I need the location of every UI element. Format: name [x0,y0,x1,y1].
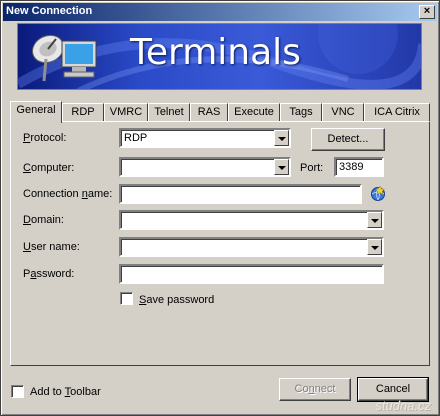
save-password-checkbox[interactable] [120,292,133,305]
protocol-value: RDP [124,132,148,144]
detect-button-label: Detect... [327,133,369,145]
tab-telnet[interactable]: Telnet [148,103,190,122]
password-input[interactable] [119,264,384,284]
tab-label: ICA Citrix [374,106,420,118]
tab-general[interactable]: General [10,101,62,123]
protocol-label: Protocol: [23,132,67,144]
close-button[interactable]: × [419,5,435,19]
connect-button[interactable]: Connect [279,378,351,401]
tab-vnc[interactable]: VNC [322,103,364,122]
protocol-select[interactable]: RDP [119,128,291,148]
chevron-down-icon[interactable] [367,212,382,228]
new-connection-dialog: New Connection × Terminals General RDP V… [0,0,440,416]
connection-name-input[interactable] [119,184,362,204]
tab-vmrc[interactable]: VMRC [104,103,148,122]
connection-name-label: Connection name: [23,188,113,200]
user-name-label: User name: [23,241,80,253]
satellite-computer-icon [31,34,97,82]
user-name-combobox[interactable] [119,237,384,257]
domain-label: Domain: [23,214,64,226]
tab-label: VNC [331,106,355,118]
tab-ica-citrix[interactable]: ICA Citrix [364,103,430,122]
detect-button[interactable]: Detect... [311,128,385,151]
tab-label: VMRC [109,106,143,118]
terminals-banner: Terminals [17,23,422,90]
favorite-network-icon[interactable] [369,184,387,202]
port-label: Port: [300,162,324,174]
tab-ras[interactable]: RAS [190,103,228,122]
tab-strip: General RDP VMRC Telnet RAS Execute Tags… [10,101,430,123]
cancel-button-label: Cancel [375,383,411,395]
computer-combobox[interactable] [119,157,291,177]
chevron-down-icon[interactable] [274,159,289,175]
chevron-down-icon[interactable] [274,130,289,146]
add-to-toolbar-checkbox[interactable] [11,385,24,398]
port-input[interactable]: 3389 [334,157,384,177]
add-to-toolbar-label[interactable]: Add to Toolbar [30,386,101,398]
tab-label: Execute [234,106,274,118]
tab-label: RDP [71,106,95,118]
password-label: Password: [23,268,75,280]
domain-combobox[interactable] [119,210,384,230]
chevron-down-icon[interactable] [367,239,382,255]
port-value: 3389 [339,161,364,173]
tab-rdp[interactable]: RDP [62,103,104,122]
tab-execute[interactable]: Execute [228,103,280,122]
tab-label: RAS [197,106,221,118]
close-icon: × [423,5,431,17]
computer-label: Computer: [23,162,75,174]
title-bar[interactable]: New Connection × [3,3,437,21]
tab-label: Telnet [154,106,184,118]
save-password-label[interactable]: Save password [139,294,214,306]
tab-label: General [16,104,56,116]
window-title: New Connection [6,5,93,17]
banner-title: Terminals [130,32,301,73]
watermark: studna.cz [375,398,431,413]
tab-label: Tags [289,106,313,118]
tab-tags[interactable]: Tags [280,103,322,122]
